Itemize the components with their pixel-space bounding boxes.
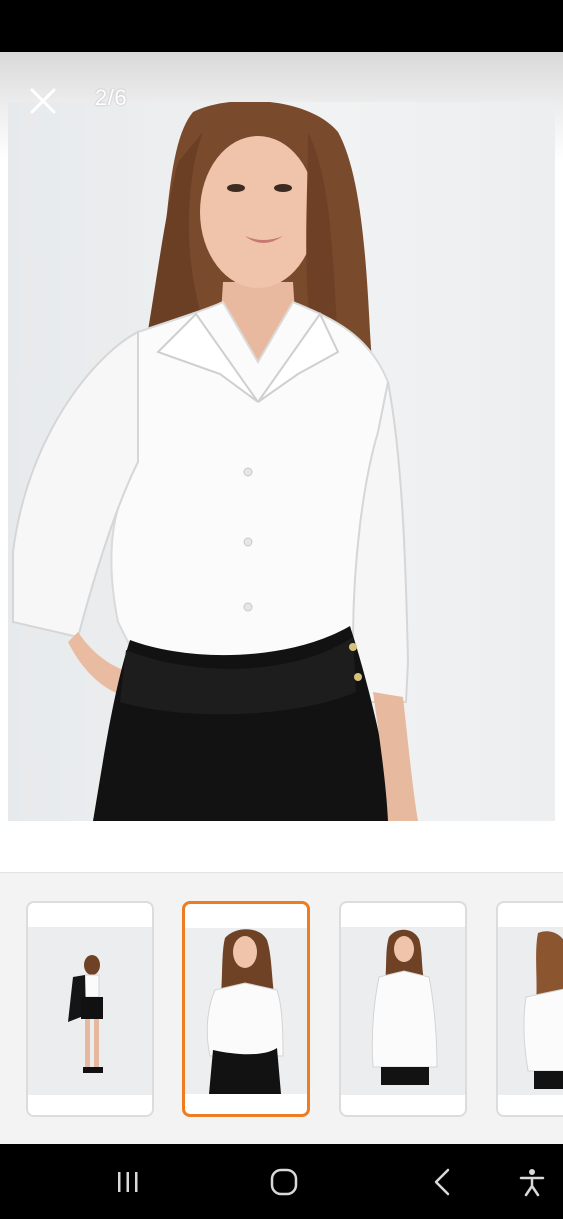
product-photo <box>12 102 418 821</box>
thumbnail-2[interactable] <box>182 901 310 1117</box>
thumbnail-photo <box>498 927 563 1095</box>
back-icon <box>434 1168 450 1196</box>
thumbnail-strip[interactable] <box>0 872 563 1145</box>
accessibility-button[interactable] <box>512 1164 552 1200</box>
system-nav-bar <box>0 1144 563 1219</box>
accessibility-icon <box>519 1169 545 1197</box>
recent-apps-button[interactable] <box>108 1164 148 1200</box>
thumbnail-photo <box>185 928 307 1094</box>
close-button[interactable] <box>26 84 60 118</box>
home-icon <box>270 1168 298 1196</box>
thumbnail-4[interactable] <box>496 901 563 1117</box>
recent-apps-icon <box>118 1172 138 1192</box>
product-image[interactable] <box>8 102 555 821</box>
status-bar <box>0 0 563 52</box>
thumbnail-photo <box>28 927 152 1095</box>
back-button[interactable] <box>422 1164 462 1200</box>
thumbnail-photo <box>341 927 465 1095</box>
thumbnail-1[interactable] <box>26 901 154 1117</box>
close-icon <box>30 88 56 114</box>
home-button[interactable] <box>264 1164 304 1200</box>
thumbnail-3[interactable] <box>339 901 467 1117</box>
image-counter: 2/6 <box>95 85 128 110</box>
